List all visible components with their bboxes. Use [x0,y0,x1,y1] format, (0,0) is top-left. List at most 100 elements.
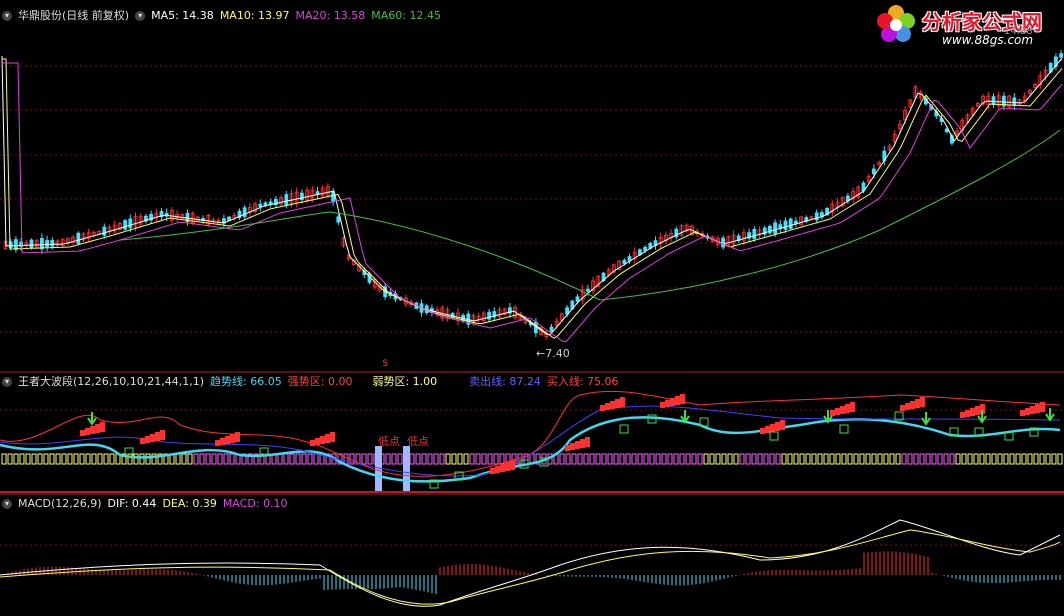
zone-bar [97,453,103,465]
candle-body [128,218,133,229]
zone-bar [757,453,763,465]
zone-bar [973,453,979,465]
zone-bar [13,453,19,465]
zone-bar [991,453,997,465]
zone-bar [343,453,349,465]
zone-bar [625,453,631,465]
zone-bar [301,453,307,465]
signal-block [840,406,845,414]
zone-bar [955,453,961,465]
signal-block [310,440,315,446]
zone-bar [145,453,151,465]
signal-block [765,426,770,433]
zone-bar [805,453,811,465]
signal-block [150,434,155,442]
zone-bar [589,453,595,465]
dropdown-icon[interactable]: ▾ [135,11,146,21]
stock-name: 华鼎股份(日线 前复权) [18,9,130,22]
signal-block [910,401,915,409]
zone-bar [847,453,853,465]
zone-bar [895,453,901,465]
signal-block [100,422,105,432]
signal-block [85,428,90,435]
zone-bar [871,453,877,465]
zone-bar [19,453,25,465]
indicator-menu-icon[interactable]: ▾ [2,377,12,387]
candle-body [794,220,798,224]
zone-bar [187,453,193,465]
zone-bar [799,453,805,465]
zone-bar [61,453,67,465]
signal-block [915,399,920,408]
signal-block [960,412,965,418]
zone-bar [703,453,709,465]
signal-block [605,403,610,410]
signal-block [500,464,505,472]
zone-bar [421,453,427,465]
signal-block [320,436,325,444]
signal-block [920,397,925,407]
buy-line-label: 买入线: 75.06 [546,375,619,388]
zone-bar [307,453,313,465]
low-point-label-1: 低点 [378,435,400,448]
zone-bar [1015,453,1021,465]
signal-block [585,437,590,447]
candle-body [45,240,49,247]
candle-body [872,168,876,175]
zone-bar [595,453,601,465]
signal-block [680,394,685,404]
signal-block [1040,402,1045,412]
zone-bar [913,453,919,465]
zone-bar [205,453,211,465]
signal-block [665,400,670,407]
candle-body [268,201,273,205]
zone-bar [559,453,565,465]
signal-block [140,438,145,444]
signal-block [615,399,620,408]
high-price-label: 14.88 [1004,26,1033,37]
zone-bar [457,453,463,465]
signal-block [315,438,320,445]
zone-bar [487,453,493,465]
zone-bar [31,453,37,465]
macd-menu-icon[interactable]: ▾ [2,499,12,509]
zone-bar [769,453,775,465]
signal-block [775,422,780,431]
zone-bar [43,453,49,465]
zone-bar [751,453,757,465]
signal-block [670,398,675,406]
zone-bar [931,453,937,465]
zone-bar [199,453,205,465]
zone-bar [367,453,373,465]
zone-bar [937,453,943,465]
zone-bar [385,453,391,465]
zone-bar [181,453,187,465]
macd-name: MACD(12,26,9) [18,497,102,510]
candle-body [783,220,788,230]
signal-block [1030,406,1035,414]
signal-block [1025,408,1030,415]
signal-block [965,410,970,417]
signal-block [675,396,680,405]
zone-bar [835,453,841,465]
zone-bar [901,453,907,465]
zone-bar [397,453,403,465]
macd-panel-header: ▾ MACD(12,26,9) DIF: 0.44 DEA: 0.39 MACD… [0,496,288,512]
zone-bar [607,453,613,465]
candle-body [29,239,34,249]
panel-menu-icon[interactable]: ▾ [2,11,12,21]
ma10-label: MA10: 13.97 [219,9,290,22]
candle-body [123,220,127,230]
stock-chart-canvas[interactable] [0,0,1064,616]
signal-block [1020,410,1025,416]
candle-body [13,239,18,250]
zone-bar [949,453,955,465]
ma5-line [1,55,1063,336]
signal-block [780,420,785,430]
signal-block [575,441,580,449]
zone-bar [583,453,589,465]
zone-bar [67,453,73,465]
zone-bar [889,453,895,465]
zone-bar [649,453,655,465]
signal-block [975,406,980,415]
